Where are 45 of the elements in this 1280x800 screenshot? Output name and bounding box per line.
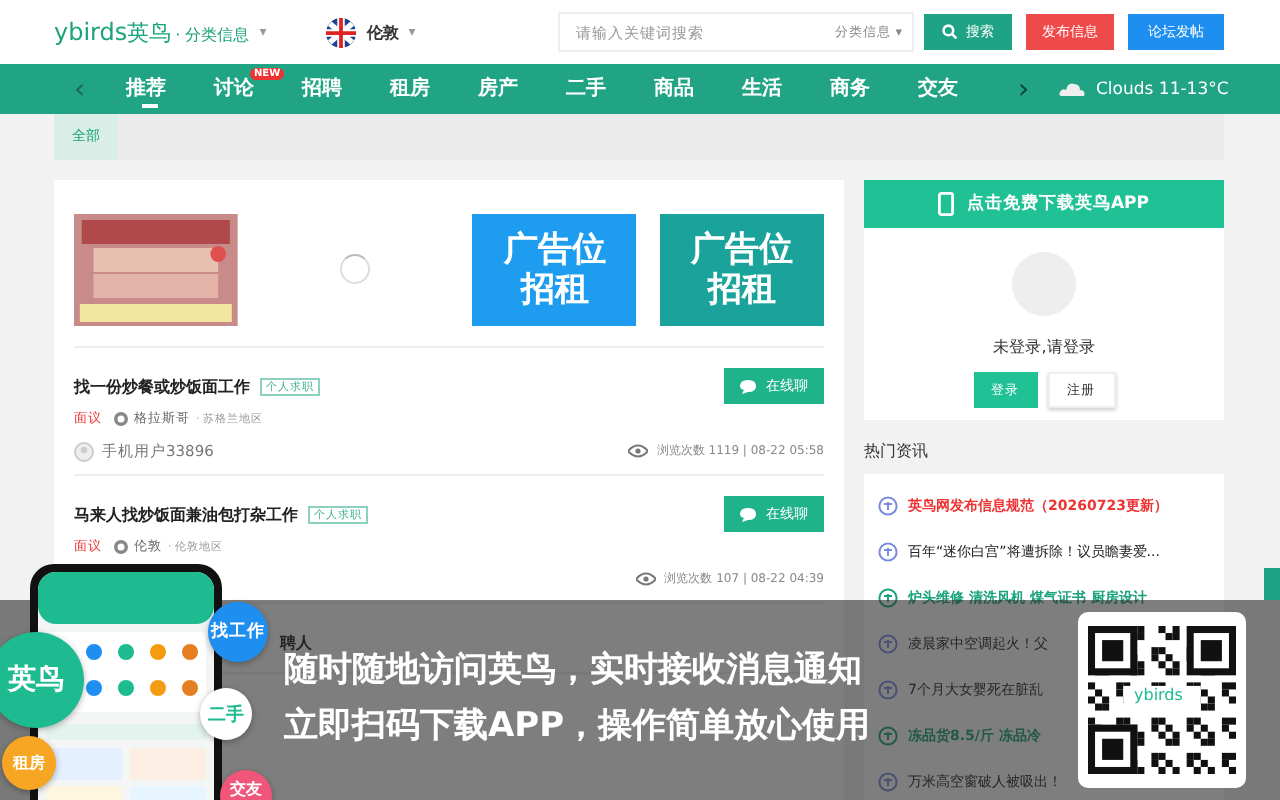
- promo-text: 随时随地访问英鸟，实时接收消息通知: [284, 650, 864, 692]
- location-icon: [114, 412, 128, 426]
- flag-icon: [326, 17, 357, 47]
- news-icon: [878, 725, 898, 745]
- site-logo[interactable]: ybirds英鸟 · 分类信息: [54, 17, 250, 47]
- location-icon: [114, 540, 128, 554]
- chat-icon: [740, 507, 756, 521]
- listing-title[interactable]: 聘人: [280, 631, 312, 653]
- next-arrow[interactable]: ›: [1018, 73, 1046, 105]
- nav-tab[interactable]: 招聘: [302, 64, 390, 114]
- previous-arrow[interactable]: ‹: [74, 73, 126, 105]
- ad-banner[interactable]: 广告位 招租: [472, 213, 637, 325]
- listing-title[interactable]: 马来人找炒饭面兼油包打杂工作: [74, 503, 298, 525]
- search-icon: [942, 24, 958, 40]
- nav-tab[interactable]: 二手: [566, 64, 654, 114]
- eye-icon: [636, 572, 657, 586]
- ad-banner[interactable]: 广告位 招租: [660, 213, 824, 325]
- nav-tab[interactable]: 商务: [830, 64, 918, 114]
- nav-tab[interactable]: 推荐: [126, 64, 214, 114]
- nav-tab[interactable]: 房产: [478, 64, 566, 114]
- nav-tab[interactable]: 生活: [742, 64, 830, 114]
- chat-icon: [740, 379, 756, 393]
- loading-icon: [340, 254, 371, 284]
- news-icon: [878, 633, 898, 653]
- section-title: 热门资讯: [864, 440, 930, 462]
- cloud-icon: [1058, 80, 1086, 98]
- nav-tab[interactable]: 交友: [918, 64, 1006, 114]
- weather-text: Clouds 11-13°C: [1096, 79, 1229, 99]
- listing-title[interactable]: 找一份炒餐或炒饭面工作: [74, 375, 250, 397]
- qr-code[interactable]: ybirds: [1078, 612, 1246, 788]
- eye-icon: [628, 444, 649, 458]
- nav-tab[interactable]: 租房: [390, 64, 478, 114]
- nav-tab[interactable]: 商品: [654, 64, 742, 114]
- news-icon: [878, 541, 898, 561]
- user-icon: [74, 441, 94, 461]
- news-icon: [878, 495, 898, 515]
- new-badge: NEW: [250, 68, 285, 80]
- download-banner[interactable]: 点击免费下载英鸟APP: [864, 180, 1224, 228]
- promo-bubble: 租房: [2, 736, 56, 790]
- news-icon: [878, 679, 898, 699]
- news-icon: [878, 587, 898, 607]
- promo-text: 立即扫码下载APP，操作简单放心使用: [284, 704, 871, 748]
- news-icon: [878, 771, 898, 791]
- login-prompt: 未登录,请登录: [993, 336, 1095, 358]
- city-selector[interactable]: 伦敦: [366, 21, 399, 43]
